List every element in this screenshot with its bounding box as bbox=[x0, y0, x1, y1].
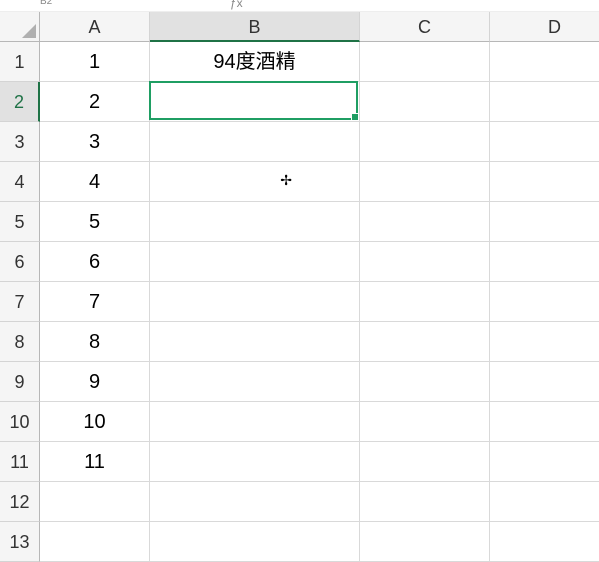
cell-A7[interactable]: 7 bbox=[40, 282, 150, 322]
cell-D2[interactable] bbox=[490, 82, 599, 122]
cell-B7[interactable] bbox=[150, 282, 360, 322]
row-header-13[interactable]: 13 bbox=[0, 522, 40, 562]
cell-A9[interactable]: 9 bbox=[40, 362, 150, 402]
row-header-8[interactable]: 8 bbox=[0, 322, 40, 362]
cell-B5[interactable] bbox=[150, 202, 360, 242]
cell-D5[interactable] bbox=[490, 202, 599, 242]
cell-C6[interactable] bbox=[360, 242, 490, 282]
cell-B12[interactable] bbox=[150, 482, 360, 522]
cell-D7[interactable] bbox=[490, 282, 599, 322]
cell-D10[interactable] bbox=[490, 402, 599, 442]
cell-A11[interactable]: 11 bbox=[40, 442, 150, 482]
cell-C12[interactable] bbox=[360, 482, 490, 522]
column-header-B[interactable]: B bbox=[150, 12, 360, 42]
cell-A8[interactable]: 8 bbox=[40, 322, 150, 362]
select-all-corner[interactable] bbox=[0, 12, 40, 42]
table-row: 10 bbox=[40, 402, 599, 442]
cell-D4[interactable] bbox=[490, 162, 599, 202]
cell-A12[interactable] bbox=[40, 482, 150, 522]
table-row: 3 bbox=[40, 122, 599, 162]
cell-D11[interactable] bbox=[490, 442, 599, 482]
row-header-6[interactable]: 6 bbox=[0, 242, 40, 282]
cell-D8[interactable] bbox=[490, 322, 599, 362]
column-header-D[interactable]: D bbox=[490, 12, 599, 42]
table-row: 11 bbox=[40, 442, 599, 482]
cell-D3[interactable] bbox=[490, 122, 599, 162]
cell-B9[interactable] bbox=[150, 362, 360, 402]
table-row: 2 bbox=[40, 82, 599, 122]
row-header-11[interactable]: 11 bbox=[0, 442, 40, 482]
name-box[interactable]: B2 bbox=[40, 0, 52, 7]
row-header-4[interactable]: 4 bbox=[0, 162, 40, 202]
cell-C3[interactable] bbox=[360, 122, 490, 162]
cell-C5[interactable] bbox=[360, 202, 490, 242]
cell-C1[interactable] bbox=[360, 42, 490, 82]
cell-A4[interactable]: 4 bbox=[40, 162, 150, 202]
cell-A5[interactable]: 5 bbox=[40, 202, 150, 242]
cell-C8[interactable] bbox=[360, 322, 490, 362]
cell-B10[interactable] bbox=[150, 402, 360, 442]
formula-bar-fragment: B2 ƒx bbox=[0, 0, 599, 12]
cell-B13[interactable] bbox=[150, 522, 360, 562]
row-header-12[interactable]: 12 bbox=[0, 482, 40, 522]
table-row: 6 bbox=[40, 242, 599, 282]
cell-D9[interactable] bbox=[490, 362, 599, 402]
cell-D6[interactable] bbox=[490, 242, 599, 282]
table-row: 8 bbox=[40, 322, 599, 362]
row-header-1[interactable]: 1 bbox=[0, 42, 40, 82]
cell-D1[interactable] bbox=[490, 42, 599, 82]
cell-A6[interactable]: 6 bbox=[40, 242, 150, 282]
cell-C4[interactable] bbox=[360, 162, 490, 202]
fx-icon[interactable]: ƒx bbox=[230, 0, 243, 10]
cells-area[interactable]: 194度酒精234567891011 bbox=[40, 42, 599, 562]
column-header-C[interactable]: C bbox=[360, 12, 490, 42]
cell-C9[interactable] bbox=[360, 362, 490, 402]
cell-A10[interactable]: 10 bbox=[40, 402, 150, 442]
table-row bbox=[40, 522, 599, 562]
cell-A13[interactable] bbox=[40, 522, 150, 562]
cell-C2[interactable] bbox=[360, 82, 490, 122]
cell-C10[interactable] bbox=[360, 402, 490, 442]
cell-B11[interactable] bbox=[150, 442, 360, 482]
cell-A1[interactable]: 1 bbox=[40, 42, 150, 82]
table-row: 9 bbox=[40, 362, 599, 402]
cell-B1[interactable]: 94度酒精 bbox=[150, 42, 360, 82]
row-headers[interactable]: 12345678910111213 bbox=[0, 42, 40, 562]
row-header-3[interactable]: 3 bbox=[0, 122, 40, 162]
cell-B3[interactable] bbox=[150, 122, 360, 162]
cell-D13[interactable] bbox=[490, 522, 599, 562]
column-headers[interactable]: ABCD bbox=[40, 12, 599, 42]
cell-A3[interactable]: 3 bbox=[40, 122, 150, 162]
row-header-10[interactable]: 10 bbox=[0, 402, 40, 442]
cell-C11[interactable] bbox=[360, 442, 490, 482]
table-row: 5 bbox=[40, 202, 599, 242]
cell-A2[interactable]: 2 bbox=[40, 82, 150, 122]
cell-C7[interactable] bbox=[360, 282, 490, 322]
table-row: 7 bbox=[40, 282, 599, 322]
column-header-A[interactable]: A bbox=[40, 12, 150, 42]
row-header-7[interactable]: 7 bbox=[0, 282, 40, 322]
table-row: 194度酒精 bbox=[40, 42, 599, 82]
cell-B2[interactable] bbox=[150, 82, 360, 122]
cell-B8[interactable] bbox=[150, 322, 360, 362]
table-row bbox=[40, 482, 599, 522]
row-header-2[interactable]: 2 bbox=[0, 82, 40, 122]
row-header-5[interactable]: 5 bbox=[0, 202, 40, 242]
cell-B4[interactable] bbox=[150, 162, 360, 202]
cell-D12[interactable] bbox=[490, 482, 599, 522]
cell-C13[interactable] bbox=[360, 522, 490, 562]
table-row: 4 bbox=[40, 162, 599, 202]
cell-B6[interactable] bbox=[150, 242, 360, 282]
row-header-9[interactable]: 9 bbox=[0, 362, 40, 402]
